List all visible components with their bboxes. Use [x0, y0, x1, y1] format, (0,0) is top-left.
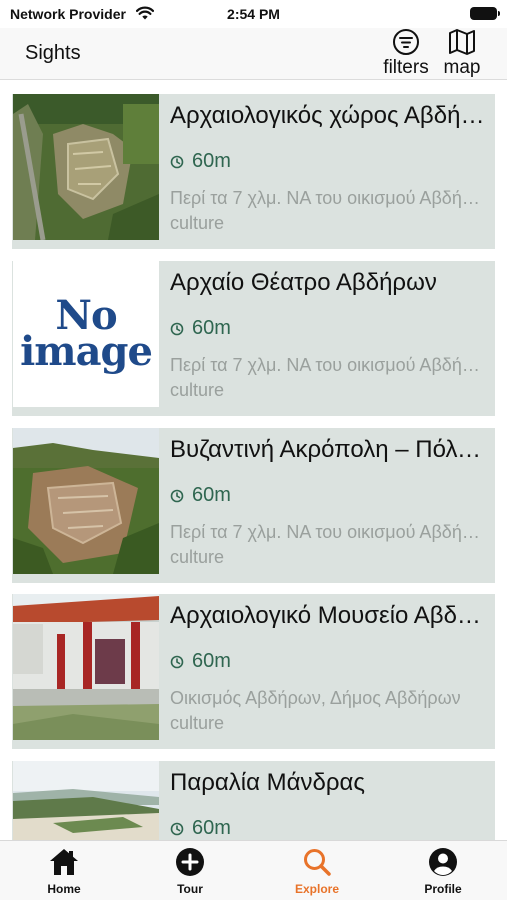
sights-list[interactable]: Αρχαιολογικός χώρος Αβδήρων 60m Περί τα …: [0, 81, 507, 840]
search-icon: [304, 849, 331, 876]
sight-duration: 60m: [170, 317, 231, 340]
sight-duration-text: 60m: [192, 484, 231, 506]
map-label: map: [443, 57, 481, 78]
sight-thumbnail-aerial-ruins: [13, 94, 159, 240]
sight-thumbnail-beach: [13, 761, 159, 840]
tab-home-label: Home: [47, 882, 81, 896]
sight-name: Παραλία Μάνδρας: [170, 769, 365, 796]
sight-thumbnail-museum-building: [13, 594, 159, 740]
sight-name: Αρχαίο Θέατρο Αβδήρων: [170, 269, 437, 296]
sight-name: Αρχαιολογικό Μουσείο Αβδήρων: [170, 602, 486, 629]
filter-icon: [393, 29, 419, 55]
sight-duration-text: 60m: [192, 817, 231, 839]
sight-card[interactable]: Αρχαιολογικό Μουσείο Αβδήρων 60m Οικισμό…: [12, 594, 495, 749]
sight-duration: 60m: [170, 650, 231, 673]
sight-duration-text: 60m: [192, 150, 231, 172]
home-icon: [50, 849, 78, 875]
sight-thumbnail-hill-excavation: [13, 428, 159, 574]
sight-category: culture: [170, 380, 225, 400]
tab-tour[interactable]: Tour: [145, 847, 235, 896]
sight-card[interactable]: Βυζαντινή Ακρόπολη – Πόλυστυλον 60m Περί…: [12, 428, 495, 583]
sight-duration: 60m: [170, 484, 231, 507]
sight-name: Αρχαιολογικός χώρος Αβδήρων: [170, 102, 486, 129]
sight-category: culture: [170, 213, 225, 233]
sight-description: Περί τα 7 χλμ. ΝΑ του οικισμού Αβδήρων: [170, 188, 486, 208]
tab-bar: Home Tour Explore Profile: [0, 840, 507, 900]
sight-duration-text: 60m: [192, 650, 231, 672]
tab-tour-label: Tour: [177, 882, 203, 896]
filters-label: filters: [383, 57, 429, 78]
sight-description: Περί τα 7 χλμ. ΝΑ του οικισμού Αβδήρων: [170, 355, 486, 375]
clock-icon: [170, 155, 184, 168]
tab-explore-label: Explore: [294, 882, 339, 896]
no-image-text-line2: image: [20, 328, 153, 375]
clock-icon: [170, 322, 184, 335]
sight-category: culture: [170, 547, 225, 567]
clock-icon: [170, 822, 184, 835]
tab-profile-label: Profile: [424, 882, 462, 896]
profile-icon: [429, 848, 457, 876]
sight-duration: 60m: [170, 817, 231, 840]
sight-description: Οικισμός Αβδήρων, Δήμος Αβδήρων: [170, 688, 461, 708]
nav-bar: Sights filters map: [0, 28, 507, 80]
filters-button[interactable]: filters: [380, 28, 432, 80]
page-title: Sights: [25, 42, 81, 64]
clock: 2:54 PM: [227, 6, 280, 22]
sight-description: Περί τα 7 χλμ. ΝΑ του οικισμού Αβδήρων: [170, 522, 486, 542]
tab-home[interactable]: Home: [19, 847, 109, 896]
battery-icon: [470, 7, 500, 20]
no-image-placeholder: No image: [13, 261, 159, 407]
sight-card[interactable]: No image Αρχαίο Θέατρο Αβδήρων 60m Περί …: [12, 261, 495, 416]
sight-duration-text: 60m: [192, 317, 231, 339]
clock-icon: [170, 489, 184, 502]
plus-circle-icon: [176, 848, 204, 876]
sight-duration: 60m: [170, 150, 231, 173]
sight-name: Βυζαντινή Ακρόπολη – Πόλυστυλον: [170, 436, 486, 463]
tab-profile[interactable]: Profile: [398, 847, 488, 896]
sight-thumbnail-no-image: No image: [13, 261, 159, 407]
sight-card[interactable]: Παραλία Μάνδρας 60m: [12, 761, 495, 840]
status-bar: Network Provider 2:54 PM: [0, 0, 507, 28]
map-button[interactable]: map: [440, 28, 484, 80]
tab-explore[interactable]: Explore: [272, 847, 362, 896]
map-icon: [449, 29, 475, 55]
sight-category: culture: [170, 713, 225, 733]
sight-card[interactable]: Αρχαιολογικός χώρος Αβδήρων 60m Περί τα …: [12, 94, 495, 249]
clock-icon: [170, 655, 184, 668]
